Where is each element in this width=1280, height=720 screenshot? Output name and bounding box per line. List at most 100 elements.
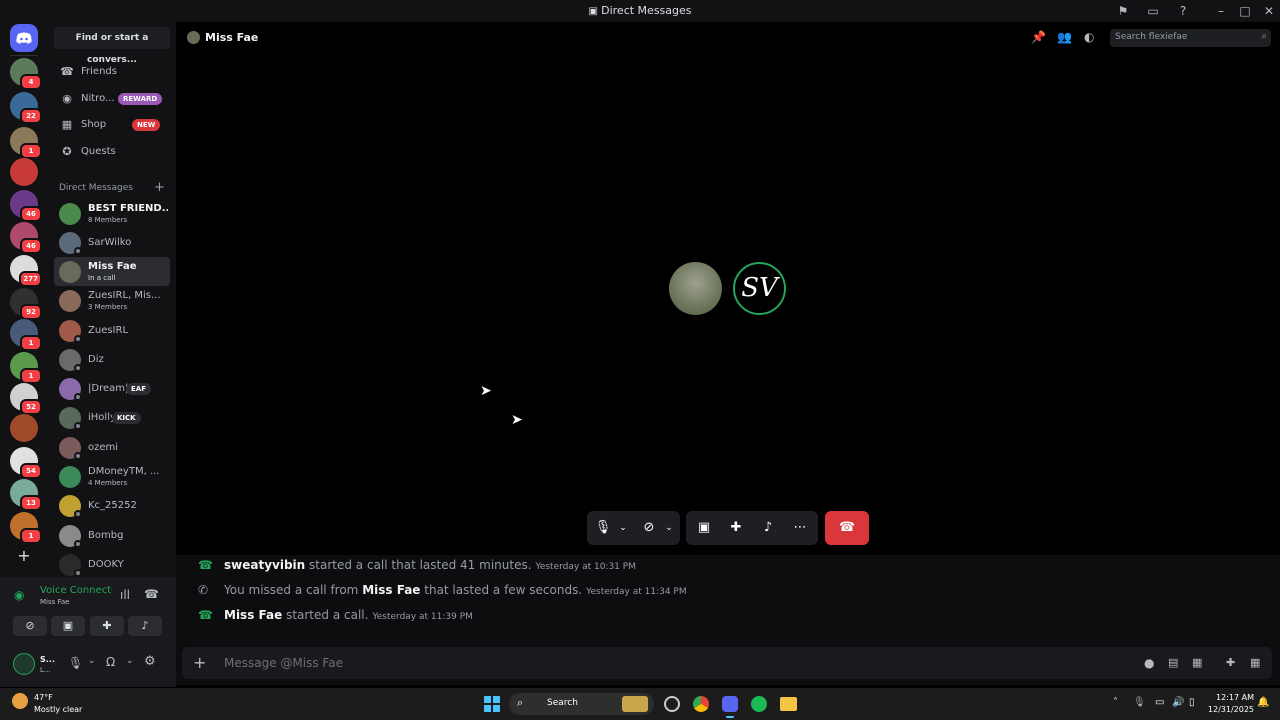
camera-off-button[interactable]: ⊘ bbox=[636, 511, 662, 545]
gift-icon[interactable]: ● bbox=[1144, 656, 1154, 670]
dm-item[interactable]: |Dream| EAF bbox=[54, 374, 170, 403]
server-icon[interactable]: 46 bbox=[10, 190, 42, 222]
create-dm-button[interactable]: + bbox=[154, 180, 165, 195]
volume-icon[interactable]: 🔊 bbox=[1172, 697, 1184, 708]
dm-item[interactable]: BEST FRIEND... 8 Members bbox=[54, 199, 170, 228]
chevron-up-icon[interactable]: ˄ bbox=[1113, 697, 1118, 708]
message-input[interactable]: Message @Miss Fae bbox=[224, 656, 343, 670]
minimize-icon[interactable]: – bbox=[1213, 3, 1229, 19]
message-author[interactable]: Miss Fae bbox=[362, 583, 420, 597]
server-icon[interactable]: 1 bbox=[10, 319, 42, 351]
find-conversation-button[interactable]: Find or start a convers... bbox=[54, 27, 170, 65]
file-explorer-icon[interactable] bbox=[780, 697, 797, 711]
nav-item-friends[interactable]: ☎ Friends bbox=[54, 60, 170, 84]
dm-item[interactable]: DMoneyTM, ... 4 Members bbox=[54, 462, 170, 491]
chevron-down-icon[interactable]: ⌄ bbox=[88, 656, 96, 666]
soundboard-button[interactable]: ♪ bbox=[752, 511, 784, 545]
microphone-tray-icon[interactable]: 🎙 bbox=[1133, 697, 1146, 708]
server-icon[interactable] bbox=[10, 158, 38, 186]
user-profile-icon[interactable]: ◐ bbox=[1084, 30, 1094, 44]
weather-temp[interactable]: 47°F bbox=[34, 693, 53, 702]
dm-item[interactable]: Bombg bbox=[54, 521, 170, 550]
battery-icon[interactable]: ▯ bbox=[1189, 697, 1195, 708]
dm-item[interactable]: iHolly KICK bbox=[54, 403, 170, 432]
server-icon[interactable]: 1 bbox=[10, 512, 42, 544]
settings-gear-icon[interactable]: ⚙ bbox=[144, 654, 156, 669]
soundboard-button[interactable]: ♪ bbox=[128, 616, 162, 636]
microphone-icon[interactable]: 🎙 bbox=[68, 656, 83, 670]
weather-desc[interactable]: Mostly clear bbox=[34, 705, 82, 714]
screen-share-button[interactable]: ▣ bbox=[688, 511, 720, 545]
server-icon[interactable]: 52 bbox=[10, 383, 42, 415]
add-server-button[interactable]: + bbox=[15, 547, 33, 565]
discord-taskbar-icon[interactable] bbox=[722, 696, 738, 712]
screen-icon[interactable]: ▭ bbox=[1145, 3, 1161, 19]
server-icon[interactable]: 22 bbox=[10, 92, 42, 124]
activities-button[interactable]: ✚ bbox=[720, 511, 752, 545]
server-icon[interactable]: 1 bbox=[10, 127, 42, 159]
server-icon[interactable]: 54 bbox=[10, 447, 42, 479]
video-off-button[interactable]: ⊘ bbox=[13, 616, 47, 636]
screen-share-button[interactable]: ▣ bbox=[51, 616, 85, 636]
participant-avatar-miss-fae[interactable] bbox=[669, 262, 722, 315]
dm-item[interactable]: Diz bbox=[54, 345, 170, 374]
nav-item-nitro[interactable]: ◉ Nitro... REWARD bbox=[54, 87, 170, 111]
participant-avatar-self[interactable]: SV bbox=[733, 262, 786, 315]
weather-icon[interactable] bbox=[12, 693, 28, 709]
close-icon[interactable]: ✕ bbox=[1261, 3, 1277, 19]
noise-suppression-icon[interactable]: ıll bbox=[120, 588, 130, 602]
user-avatar[interactable] bbox=[13, 653, 35, 675]
gif-icon[interactable]: ▤ bbox=[1168, 656, 1178, 669]
microphone-button[interactable]: 🎙 bbox=[590, 511, 616, 545]
user-name[interactable]: S... bbox=[40, 655, 55, 664]
dm-item[interactable]: DOOKY bbox=[54, 550, 170, 579]
taskbar-search[interactable]: ⌕ Search bbox=[509, 693, 654, 715]
add-friends-icon[interactable]: 👥 bbox=[1057, 30, 1072, 44]
voice-status[interactable]: Voice Connected bbox=[40, 585, 112, 596]
sticker-icon[interactable]: ▦ bbox=[1192, 656, 1202, 669]
server-icon[interactable]: 92 bbox=[10, 288, 42, 320]
dm-item[interactable]: SarWilko bbox=[54, 228, 170, 257]
message-author[interactable]: Miss Fae bbox=[224, 608, 282, 622]
network-icon[interactable]: ▭ bbox=[1155, 697, 1164, 708]
inbox-icon[interactable]: ⚑ bbox=[1115, 3, 1131, 19]
dm-item[interactable]: ZuesIRL, Mis... 3 Members bbox=[54, 286, 170, 315]
server-icon[interactable]: 4 bbox=[10, 58, 42, 90]
disconnect-icon[interactable]: ☎ bbox=[144, 587, 159, 601]
more-options-button[interactable]: ⋯ bbox=[784, 511, 816, 545]
headphones-icon[interactable]: Ω bbox=[106, 655, 115, 669]
windows-start-icon[interactable] bbox=[484, 696, 500, 712]
spotify-icon[interactable] bbox=[751, 696, 767, 712]
maximize-icon[interactable]: □ bbox=[1237, 3, 1253, 19]
voice-channel[interactable]: Miss Fae bbox=[40, 598, 69, 606]
copilot-icon[interactable] bbox=[664, 696, 680, 712]
dm-item[interactable]: ZuesIRL bbox=[54, 316, 170, 345]
chevron-down-icon[interactable]: ⌄ bbox=[126, 656, 134, 666]
server-icon[interactable]: 1 bbox=[10, 352, 42, 384]
nav-item-quests[interactable]: ✪ Quests bbox=[54, 140, 170, 164]
hang-up-button[interactable]: ☎ bbox=[825, 511, 869, 545]
activities-button[interactable]: ✚ bbox=[90, 616, 124, 636]
help-icon[interactable]: ? bbox=[1175, 3, 1191, 19]
chrome-icon[interactable] bbox=[693, 696, 709, 712]
message-author[interactable]: sweatyvibin bbox=[224, 558, 305, 572]
server-icon[interactable] bbox=[10, 414, 38, 442]
dm-item[interactable]: Kc_25252 bbox=[54, 491, 170, 520]
header-name[interactable]: Miss Fae bbox=[205, 31, 258, 44]
clock-date[interactable]: 12/31/2025 bbox=[1206, 705, 1254, 714]
dm-item[interactable]: Miss Fae In a call bbox=[54, 257, 170, 286]
pin-icon[interactable]: 📌 bbox=[1031, 30, 1046, 44]
clock-time[interactable]: 12:17 AM bbox=[1206, 693, 1254, 702]
apps-icon[interactable]: ✚ bbox=[1226, 656, 1235, 669]
add-attachment-icon[interactable]: + bbox=[193, 653, 206, 672]
chevron-down-icon[interactable]: ⌄ bbox=[662, 511, 676, 545]
nav-item-shop[interactable]: ▦ Shop NEW bbox=[54, 113, 170, 137]
discord-home-button[interactable] bbox=[10, 24, 38, 52]
server-icon[interactable]: 277 bbox=[10, 255, 42, 287]
search-input[interactable]: Search flexiefae ⌕ bbox=[1110, 29, 1271, 47]
dm-item[interactable]: ozemi bbox=[54, 433, 170, 462]
emoji-icon[interactable]: ▦ bbox=[1250, 656, 1260, 669]
notification-bell-icon[interactable]: 🔔 bbox=[1257, 697, 1269, 708]
message-composer[interactable] bbox=[182, 647, 1272, 679]
chevron-down-icon[interactable]: ⌄ bbox=[616, 511, 630, 545]
